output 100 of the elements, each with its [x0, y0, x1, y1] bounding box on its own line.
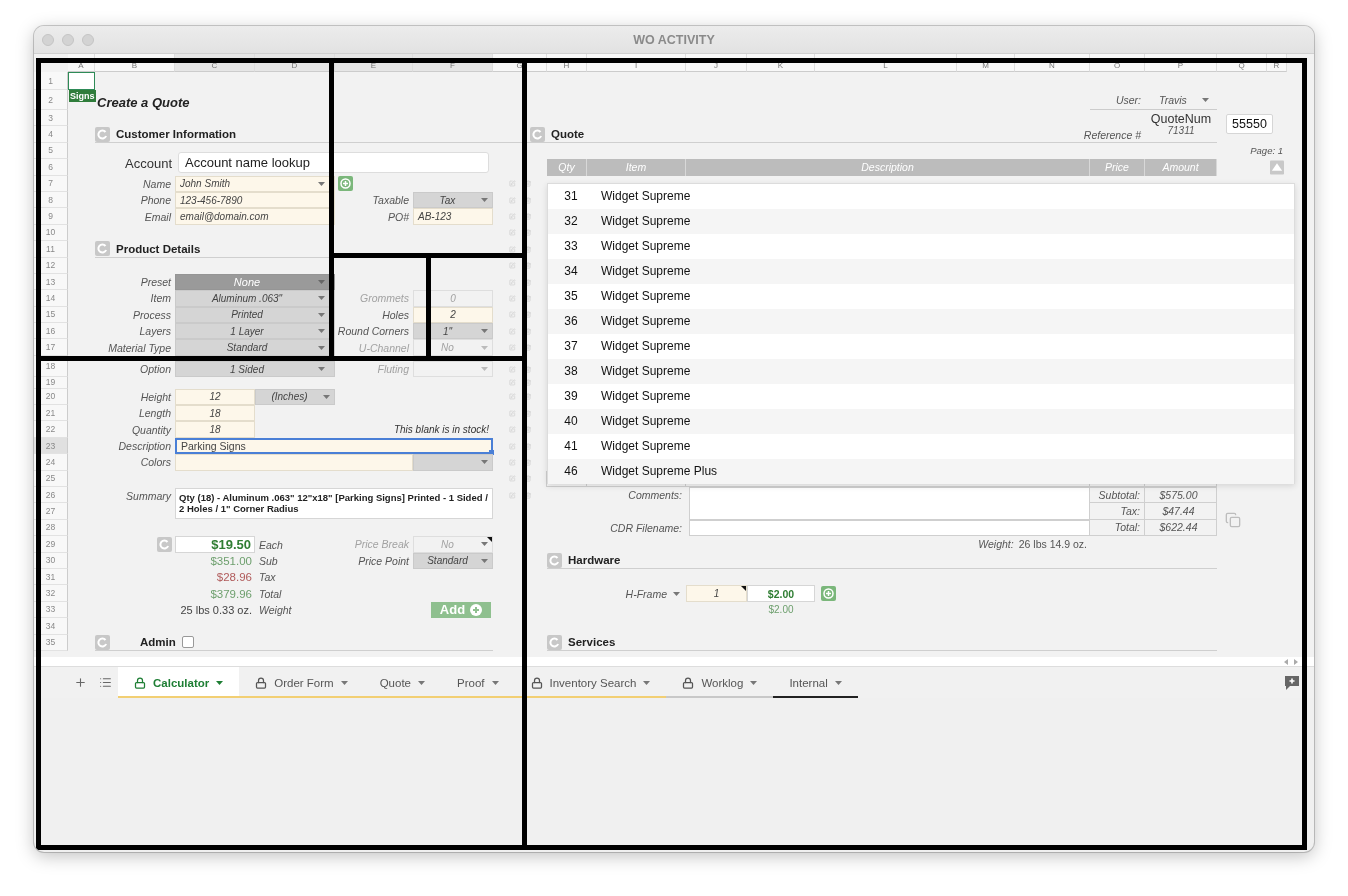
field-label: Length	[137, 406, 172, 422]
row-header[interactable]: 19	[34, 377, 68, 389]
suggestion-item[interactable]: 33 Widget Supreme	[548, 233, 1294, 259]
price-field[interactable]: $2.00	[747, 585, 815, 602]
price-value: $351.00	[209, 553, 253, 569]
field-label: Grommets	[359, 291, 410, 307]
column-header: Item	[587, 159, 686, 176]
suggestion-item[interactable]: 41 Widget Supreme	[548, 433, 1294, 459]
suggestion-item[interactable]: 34 Widget Supreme	[548, 258, 1294, 284]
field-label: Email	[143, 209, 173, 225]
zoom-button[interactable]	[82, 33, 94, 46]
field-label: Layers	[138, 324, 172, 340]
plus-icon[interactable]	[74, 676, 87, 689]
unit-dropdown[interactable]: (Inches)	[255, 388, 335, 406]
number-field[interactable]: 12	[175, 388, 255, 406]
edit-icon[interactable]	[509, 243, 516, 255]
sheet-tab[interactable]: Internal	[773, 667, 858, 698]
stock-note: This blank is in stock!	[392, 423, 490, 438]
account-lookup-field[interactable]: Account name lookup	[178, 152, 489, 174]
suggestion-item[interactable]: 37 Widget Supreme	[548, 333, 1294, 359]
add-icon[interactable]	[821, 586, 836, 601]
add-icon[interactable]	[338, 176, 353, 192]
suggestion-item[interactable]: 39 Widget Supreme	[548, 383, 1294, 409]
field-label: Process	[132, 307, 172, 323]
refresh-icon[interactable]	[530, 126, 545, 142]
caret-icon	[481, 329, 488, 334]
lock-icon	[682, 676, 695, 689]
admin-label: Admin	[140, 636, 176, 649]
quote-number-field[interactable]: 55550	[1226, 114, 1273, 134]
field-label: Account	[125, 156, 173, 172]
dropdown-field[interactable]: None	[175, 273, 335, 291]
caret-icon	[418, 680, 425, 685]
refresh-icon[interactable]	[547, 552, 562, 568]
suggestion-item[interactable]: 46 Widget Supreme Plus	[548, 458, 1294, 484]
lock-icon	[530, 676, 543, 689]
dropdown-field[interactable]: Standard	[175, 339, 335, 356]
sheet-tab[interactable]: Inventory Search	[514, 667, 667, 698]
refresh-icon[interactable]	[95, 241, 110, 257]
colors-dropdown[interactable]	[413, 454, 493, 471]
caret-icon	[216, 680, 224, 685]
logo: Signs	[69, 90, 96, 102]
page-title: Create a Quote	[96, 94, 191, 110]
price-value: $379.96	[209, 586, 253, 602]
suggestion-item[interactable]: 32 Widget Supreme	[548, 208, 1294, 234]
text-field[interactable]: AB-123	[413, 208, 493, 225]
price-suffix: Total	[258, 586, 283, 602]
colors-field[interactable]	[175, 454, 413, 471]
caret-icon	[323, 394, 330, 399]
dropdown-field[interactable]: 1"	[413, 323, 493, 340]
user-dropdown[interactable]: Travis	[1145, 93, 1217, 106]
scroll-up-icon[interactable]	[1270, 159, 1284, 175]
caret-icon	[318, 345, 325, 350]
number-field[interactable]: 18	[175, 421, 255, 438]
dropdown-field[interactable]: Tax	[413, 191, 493, 209]
field-label: User:	[1114, 93, 1142, 106]
field-label: Summary	[125, 489, 173, 504]
caret-icon	[834, 680, 842, 685]
sheet-tab[interactable]: Proof	[441, 667, 515, 698]
sheet-tab[interactable]: Quote	[363, 667, 441, 698]
copy-icon[interactable]	[1225, 511, 1241, 528]
sheet-tab[interactable]: Calculator	[118, 667, 240, 698]
caret-icon	[481, 367, 488, 372]
caret-icon	[491, 680, 499, 685]
suggestion-item[interactable]: 40 Widget Supreme	[548, 408, 1294, 434]
text-field[interactable]: Parking Signs	[175, 437, 493, 455]
caret-icon	[481, 198, 488, 203]
list-icon[interactable]	[99, 676, 112, 689]
dropdown-field[interactable]: Aluminum .063"	[175, 290, 335, 307]
sheet-tab[interactable]: Order Form	[239, 667, 364, 698]
refresh-icon[interactable]	[95, 634, 110, 650]
quantity-field[interactable]: 1	[686, 585, 747, 602]
close-button[interactable]	[42, 33, 54, 46]
field-label: Taxable	[371, 193, 410, 209]
comments-field[interactable]	[689, 487, 1090, 520]
scroll-arrows-icon[interactable]	[1284, 659, 1298, 665]
reference-number: 71311	[1167, 125, 1195, 136]
refresh-icon[interactable]	[95, 126, 110, 142]
refresh-icon[interactable]	[547, 634, 562, 650]
text-field[interactable]: email@domain.com	[175, 208, 335, 225]
lock-icon	[255, 676, 268, 689]
cell-cursor	[68, 72, 95, 90]
lock-icon	[134, 676, 146, 689]
caret-icon	[318, 280, 325, 285]
refresh-icon[interactable]	[157, 536, 172, 552]
sheet-tab[interactable]: Worklog	[666, 667, 774, 698]
column-header: Description	[686, 159, 1090, 176]
total-value: $622.44	[1144, 519, 1217, 537]
dropdown-field[interactable]: John Smith	[175, 175, 335, 192]
admin-checkbox[interactable]	[181, 636, 194, 649]
suggestion-item[interactable]: 38 Widget Supreme	[548, 358, 1294, 384]
suggestion-item[interactable]: 36 Widget Supreme	[548, 308, 1294, 334]
hardware-dropdown[interactable]: H-Frame	[587, 585, 686, 602]
field-label: Comments:	[627, 488, 683, 504]
caret-icon	[481, 558, 488, 563]
number-field[interactable]: 18	[175, 405, 255, 422]
dropdown-field[interactable]: 1 Layer	[175, 323, 335, 340]
suggestion-item[interactable]: 31 Widget Supreme	[548, 183, 1294, 209]
section-title: Services	[568, 636, 616, 649]
suggestion-item[interactable]: 35 Widget Supreme	[548, 283, 1294, 309]
minimize-button[interactable]	[62, 33, 74, 46]
